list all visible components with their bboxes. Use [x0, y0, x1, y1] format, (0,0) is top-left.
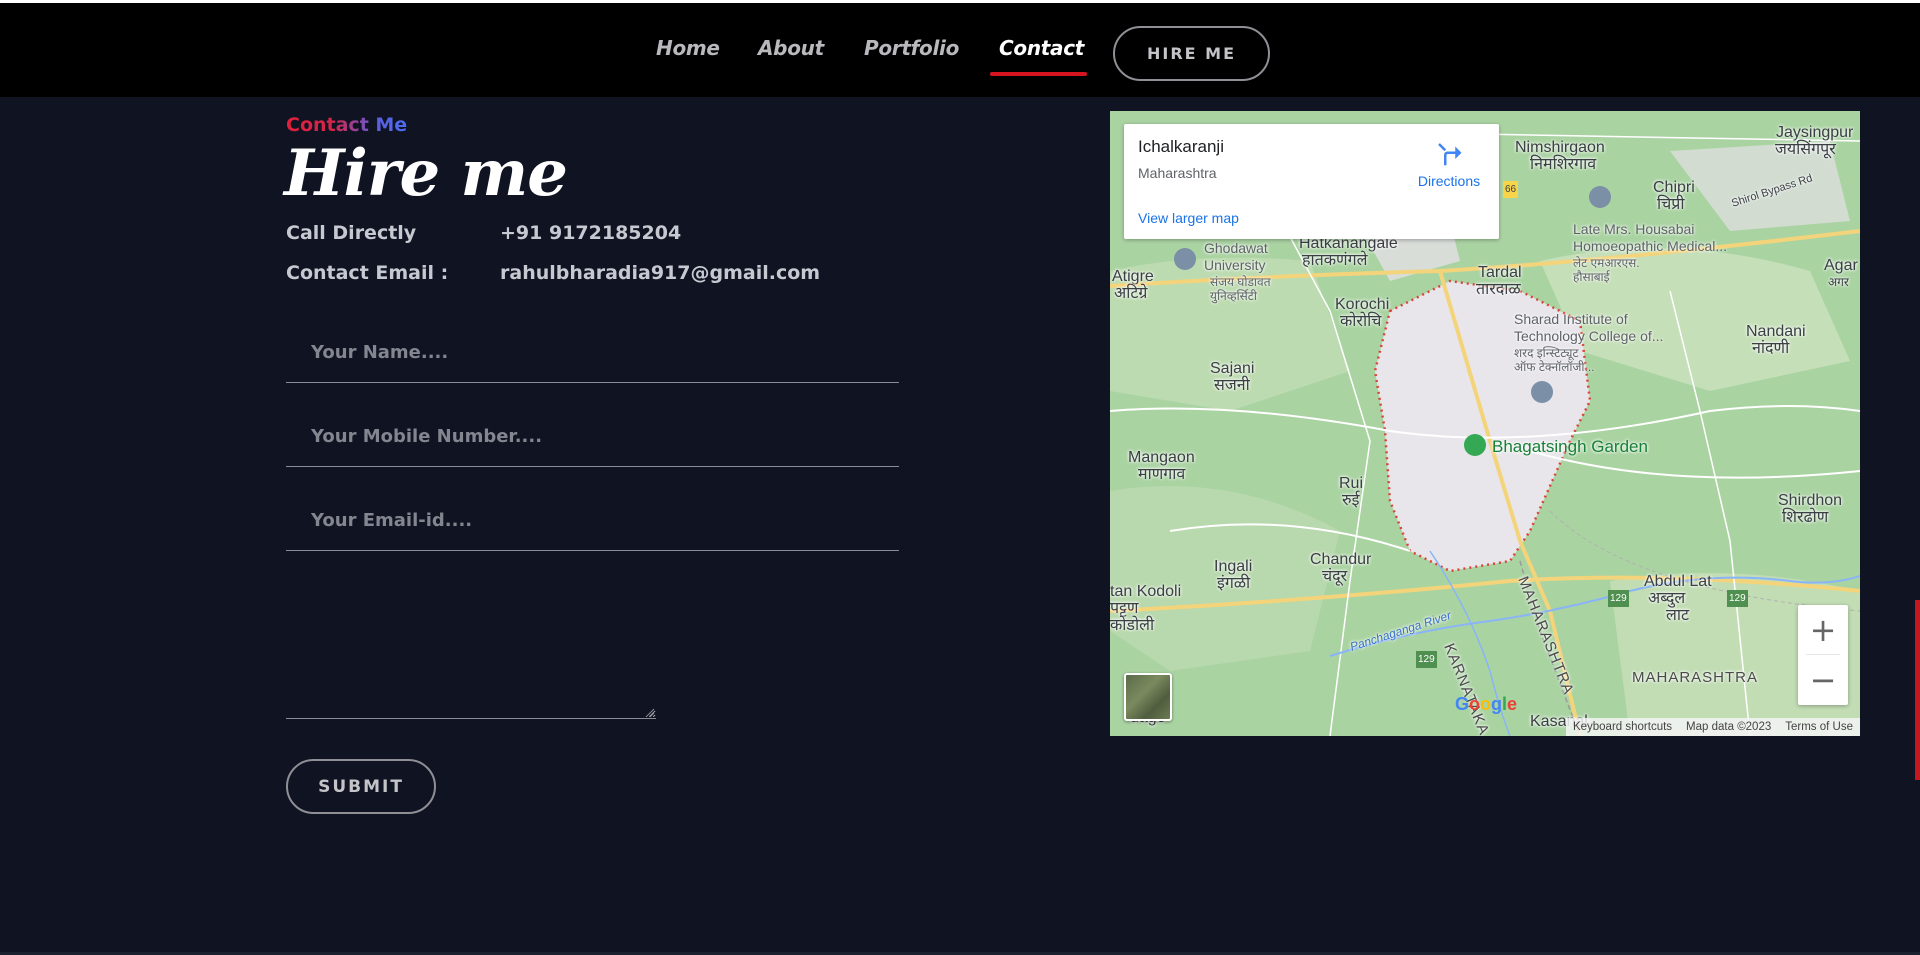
nav-home[interactable]: Home [656, 36, 720, 60]
map-label-kodoli-mr: पट्टण [1110, 600, 1139, 617]
map-label-sharad-2: Technology College of... [1514, 328, 1664, 344]
map-label-chipri-mr: चिप्री [1657, 196, 1685, 213]
map-label-atigre: Atigre [1112, 268, 1154, 285]
zoom-in-icon[interactable]: + [1798, 605, 1848, 655]
map-label-ghodawat-mr-2: युनिव्हर्सिटी [1210, 289, 1257, 303]
hire-me-button[interactable]: HIRE ME [1113, 26, 1270, 81]
scrollbar-thumb[interactable] [1915, 600, 1920, 780]
navbar: Home About Portfolio Contact HIRE ME [0, 3, 1920, 97]
nav-about[interactable]: About [758, 36, 824, 60]
map-label-ghodawat: Ghodawat [1204, 240, 1268, 256]
embedded-map[interactable]: Nimshirgaon निमशिरगाव Jaysingpur जयसिंगप… [1110, 111, 1860, 736]
page-title: Hire me [284, 136, 568, 211]
map-label-chipri: Chipri [1653, 179, 1695, 196]
place-title: Ichalkaranji [1138, 137, 1224, 156]
map-label-korochi: Korochi [1335, 296, 1390, 313]
map-attribution: Keyboard shortcuts Map data ©2023 Terms … [1110, 718, 1860, 736]
zoom-controls: + − [1798, 605, 1848, 705]
map-label-tardal-mr: तारदाळ [1476, 281, 1521, 298]
map-label-ghodawat-2: University [1204, 257, 1266, 273]
place-subtitle: Maharashtra [1138, 165, 1217, 181]
map-label-rui: Rui [1339, 475, 1364, 492]
map-label-nandani: Nandani [1746, 323, 1806, 340]
route-129-shield-2: 129 [1727, 590, 1748, 607]
zoom-out-icon[interactable]: − [1798, 655, 1848, 705]
email-input[interactable] [286, 491, 899, 551]
message-textarea[interactable] [286, 570, 656, 719]
route-129-shield: 129 [1608, 590, 1629, 607]
map-label-shirdhon: Shirdhon [1778, 492, 1843, 509]
map-label-jaysingpur-mr: जयसिंगपूर [1775, 141, 1836, 158]
email-value[interactable]: rahulbharadia917@gmail.com [500, 262, 820, 284]
map-label-sharad-mr-2: ऑफ टेक्नॉलॉजी... [1514, 360, 1595, 374]
map-label-abdul-lat-mr: अब्दुल [1648, 590, 1686, 607]
name-input[interactable] [286, 323, 899, 383]
map-label-ingali-mr: इंगळी [1217, 575, 1251, 592]
map-label-atigre-mr: अटिग्रे [1114, 285, 1148, 302]
map-label-chandur: Chandur [1310, 551, 1372, 568]
map-label-mangaon-mr: माणगाव [1138, 466, 1186, 483]
nav-contact[interactable]: Contact [999, 36, 1084, 60]
google-logo: Google [1455, 694, 1518, 714]
map-label-abdul-lat-mr-2: लाट [1666, 607, 1690, 624]
directions-button[interactable]: Directions [1409, 136, 1489, 191]
submit-button[interactable]: SUBMIT [286, 759, 436, 814]
nav-active-indicator [990, 72, 1087, 76]
map-label-abdul-lat: Abdul Lat [1644, 573, 1712, 590]
map-label-nimshirgaon-mr: निमशिरगाव [1530, 156, 1597, 173]
map-label-agar-mr: अगर [1828, 275, 1849, 289]
nav-portfolio[interactable]: Portfolio [864, 36, 959, 60]
map-label-agar: Agar [1824, 257, 1858, 274]
map-label-kodoli: tan Kodoli [1110, 583, 1182, 600]
map-data-text: Map data ©2023 [1679, 718, 1779, 736]
map-place-card: Ichalkaranji Maharashtra View larger map… [1124, 124, 1499, 239]
map-label-sharad: Sharad Institute of [1514, 311, 1628, 327]
email-label: Contact Email : [286, 262, 449, 284]
map-label-shirdhon-mr: शिरढोण [1782, 509, 1829, 526]
map-label-mangaon: Mangaon [1128, 449, 1195, 466]
map-label-hatkanangale-mr: हातकणंगले [1302, 252, 1368, 269]
directions-icon [1438, 143, 1462, 166]
map-label-rui-mr: रुई [1342, 492, 1360, 509]
keyboard-shortcuts-link[interactable]: Keyboard shortcuts [1565, 718, 1680, 736]
map-label-housabai: Late Mrs. Housabai [1573, 221, 1695, 237]
call-value[interactable]: +91 9172185204 [500, 222, 681, 244]
terms-of-use-link[interactable]: Terms of Use [1778, 718, 1860, 736]
call-label: Call Directly [286, 222, 417, 244]
map-label-jaysingpur: Jaysingpur [1776, 124, 1854, 141]
map-label-sajani-mr: सजनी [1214, 377, 1250, 394]
map-label-nandani-mr: नांदणी [1752, 340, 1790, 357]
map-label-bhagatsingh-garden[interactable]: Bhagatsingh Garden [1492, 438, 1648, 455]
map-label-chandur-mr: चंदूर [1322, 568, 1348, 585]
map-label-nimshirgaon: Nimshirgaon [1515, 139, 1605, 156]
map-label-housabai-mr-2: हौसाबाई [1573, 270, 1610, 284]
map-label-ingali: Ingali [1214, 558, 1253, 575]
map-label-kodoli-mr-2: कोडोली [1110, 617, 1155, 634]
map-label-housabai-2: Homoeopathic Medical... [1573, 238, 1728, 254]
view-larger-map-link[interactable]: View larger map [1138, 210, 1239, 226]
map-label-tardal: Tardal [1478, 264, 1522, 281]
map-label-maharashtra: MAHARASHTRA [1632, 669, 1759, 686]
map-label-sajani: Sajani [1210, 360, 1255, 377]
mobile-input[interactable] [286, 407, 899, 467]
directions-label: Directions [1417, 173, 1481, 189]
route-129-shield-3: 129 [1416, 651, 1437, 668]
route-66-shield: 66 [1503, 181, 1519, 198]
map-label-korochi-mr: कोरोचि [1340, 313, 1382, 330]
satellite-layer-toggle[interactable] [1124, 673, 1172, 721]
section-eyebrow: Contact Me [286, 114, 408, 136]
resize-grip-icon[interactable] [645, 708, 655, 718]
